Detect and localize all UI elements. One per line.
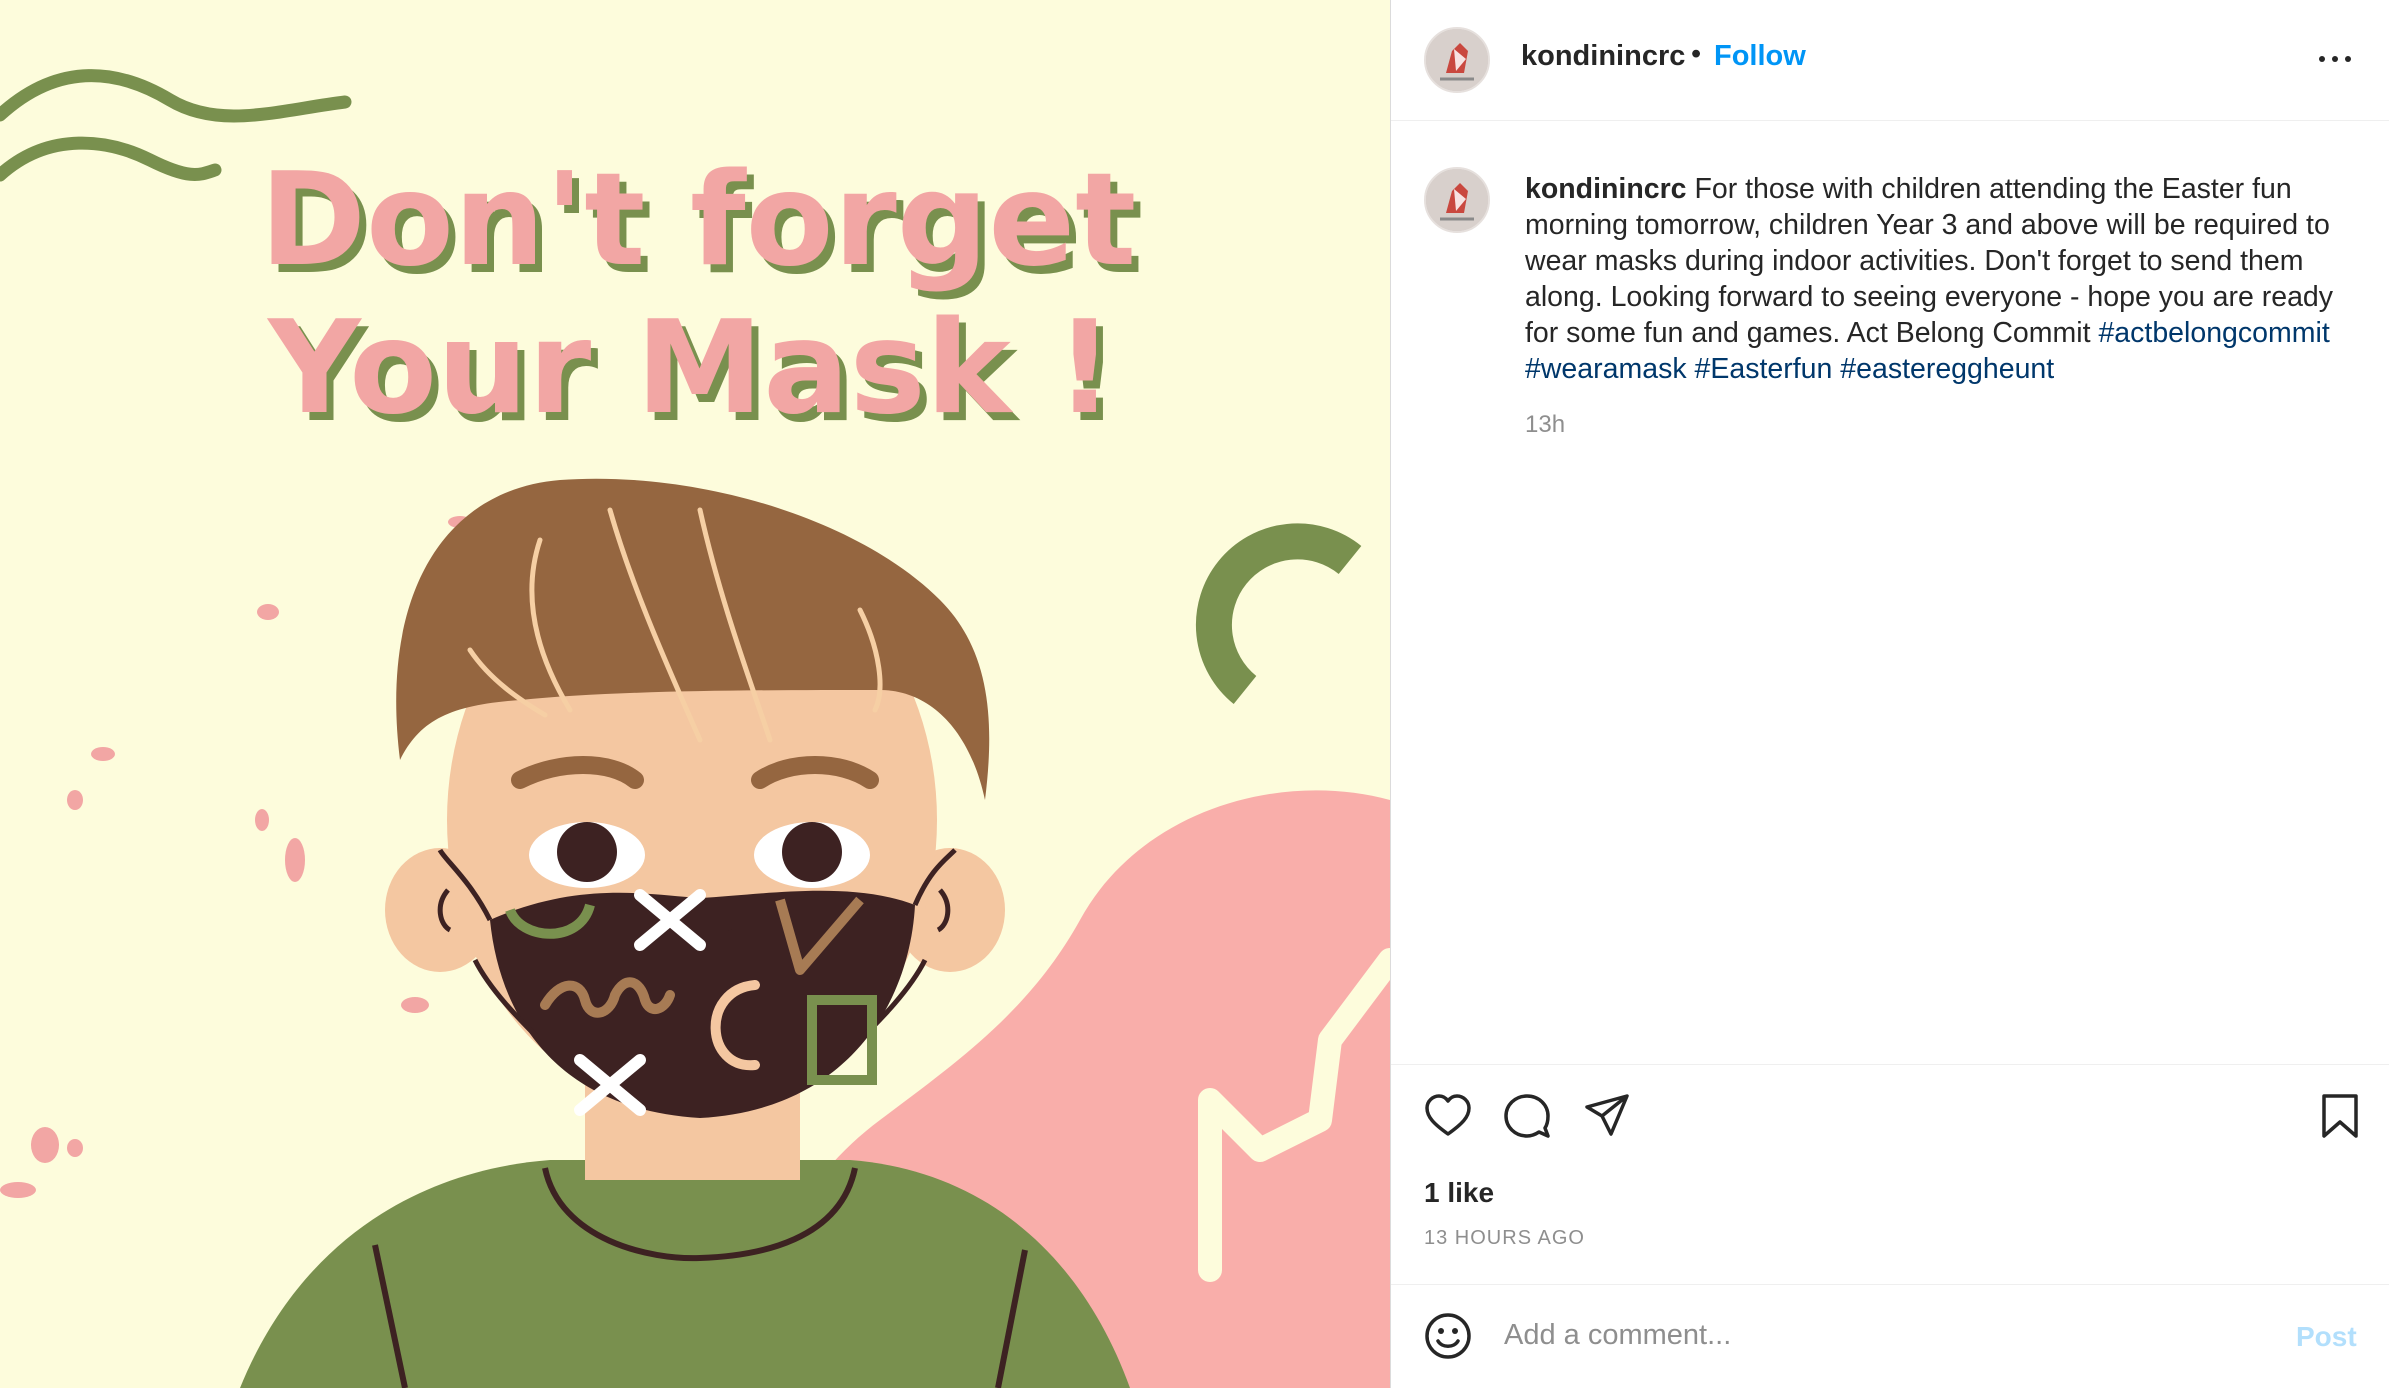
post-image[interactable]: Don't forget Don't forget Your Mask ! Yo… [0, 0, 1390, 1388]
hashtag-link[interactable]: #eastereggheunt [1840, 353, 2054, 385]
caption-section: kondinincrc For those with children atte… [1391, 121, 2389, 1064]
caption-avatar[interactable] [1424, 167, 1490, 233]
avatar-image [1426, 169, 1488, 231]
action-bar: 1 like 13 HOURS AGO [1391, 1064, 2389, 1284]
caption-username[interactable]: kondinincrc [1525, 173, 1687, 205]
profile-avatar[interactable] [1424, 27, 1490, 93]
caption-timestamp[interactable]: 13h [1525, 411, 1565, 439]
avatar-image [1426, 29, 1488, 91]
mask-illustration: Don't forget Don't forget Your Mask ! Yo… [0, 0, 1390, 1388]
post-side-panel: kondinincrc • Follow kondinincrc For tho… [1390, 0, 2389, 1388]
hashtag-link[interactable]: #actbelongcommit [2098, 317, 2329, 349]
heart-icon[interactable] [1424, 1092, 1472, 1140]
title-line1: Don't forget [260, 146, 1137, 295]
emoji-icon[interactable] [1424, 1312, 1472, 1360]
comment-bar: Post [1391, 1284, 2389, 1388]
like-count[interactable]: 1 like [1424, 1177, 1494, 1209]
bookmark-icon[interactable] [2318, 1092, 2362, 1140]
post-timestamp[interactable]: 13 HOURS AGO [1424, 1227, 1585, 1250]
post-comment-button[interactable]: Post [2296, 1321, 2357, 1353]
comment-input[interactable] [1504, 1313, 2264, 1357]
caption-text: kondinincrc For those with children atte… [1525, 171, 2355, 387]
post-header: kondinincrc • Follow [1391, 0, 2389, 121]
title-line2: Your Mask ! [266, 294, 1114, 443]
header-separator: • [1691, 38, 1702, 70]
header-username[interactable]: kondinincrc [1521, 40, 1685, 73]
share-icon[interactable] [1583, 1092, 1631, 1140]
follow-button[interactable]: Follow [1714, 40, 1806, 73]
hashtag-link[interactable]: #wearamask [1525, 353, 1687, 385]
comment-icon[interactable] [1503, 1092, 1551, 1140]
more-options-icon[interactable] [2313, 42, 2363, 72]
hashtag-link[interactable]: #Easterfun [1695, 353, 1833, 385]
